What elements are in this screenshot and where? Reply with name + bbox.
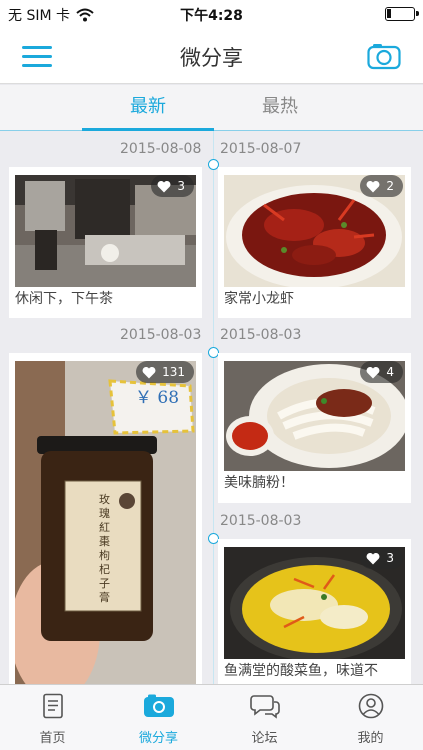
heart-icon — [366, 552, 380, 564]
page-title: 微分享 — [180, 46, 243, 70]
post-caption: 家常小龙虾 — [224, 291, 294, 307]
tab-me[interactable]: 我的 — [318, 685, 423, 750]
price-tag: ￥ 68 — [135, 388, 180, 408]
tab-hottest[interactable]: 最热 — [214, 85, 346, 131]
tab-label: 我的 — [357, 731, 384, 746]
post-date: 2015-08-03 — [220, 513, 302, 529]
post-date: 2015-08-07 — [220, 141, 302, 157]
like-count: 4 — [386, 365, 394, 379]
tab-share[interactable]: 微分享 — [106, 685, 211, 750]
tab-label: 微分享 — [138, 731, 178, 746]
battery-icon — [385, 7, 419, 21]
post-card[interactable]: 2 家常小龙虾 — [218, 167, 411, 318]
like-count: 131 — [162, 365, 185, 379]
heart-icon — [142, 366, 156, 378]
post-card[interactable]: 4 美味腩粉！ — [218, 353, 411, 503]
post-caption: 休闲下，下午茶 — [15, 291, 113, 307]
like-count: 3 — [386, 551, 394, 565]
tab-home[interactable]: 首页 — [0, 685, 105, 750]
like-count: 2 — [386, 179, 394, 193]
feed-timeline[interactable]: 2015-08-08 2015-08-07 3 休闲下，下午茶 2 家常小龙虾 … — [0, 131, 423, 684]
timeline-axis — [213, 131, 214, 684]
camera-icon — [144, 694, 174, 717]
jar-label-text: 玫瑰紅棗枸杞子膏 — [99, 493, 110, 604]
feed-tabs: 最新 最热 — [0, 85, 423, 131]
heart-icon — [366, 180, 380, 192]
clock: 下午4:28 — [180, 8, 243, 24]
tab-latest[interactable]: 最新 — [82, 85, 214, 131]
post-date: 2015-08-03 — [120, 327, 202, 343]
post-card[interactable]: 3 鱼满堂的酸菜鱼，味道不 — [218, 539, 411, 684]
post-date: 2015-08-03 — [220, 327, 302, 343]
like-badge[interactable]: 2 — [360, 175, 403, 197]
like-badge[interactable]: 3 — [360, 547, 403, 569]
heart-icon — [366, 366, 380, 378]
bottom-tab-bar: 首页 微分享 论坛 我的 — [0, 684, 423, 750]
tab-label: 首页 — [39, 731, 66, 746]
heart-icon — [157, 180, 171, 192]
post-card[interactable]: ￥ 68 玫瑰紅棗枸杞子膏 131 — [9, 353, 202, 684]
like-count: 3 — [177, 179, 185, 193]
status-bar: 无 SIM 卡 下午4:28 — [0, 0, 423, 28]
tab-forum[interactable]: 论坛 — [212, 685, 317, 750]
tab-label: 论坛 — [251, 731, 278, 746]
like-badge[interactable]: 3 — [151, 175, 194, 197]
chat-bubbles-icon — [250, 695, 280, 719]
post-caption: 鱼满堂的酸菜鱼，味道不 — [224, 663, 378, 679]
post-caption: 美味腩粉！ — [224, 475, 294, 491]
document-icon — [43, 693, 63, 719]
post-card[interactable]: 3 休闲下，下午茶 — [9, 167, 202, 318]
user-icon — [358, 693, 384, 719]
like-badge[interactable]: 131 — [136, 361, 194, 383]
post-date: 2015-08-08 — [120, 141, 202, 157]
like-badge[interactable]: 4 — [360, 361, 403, 383]
nav-bar: 微分享 — [0, 28, 423, 84]
camera-icon[interactable] — [367, 42, 401, 70]
